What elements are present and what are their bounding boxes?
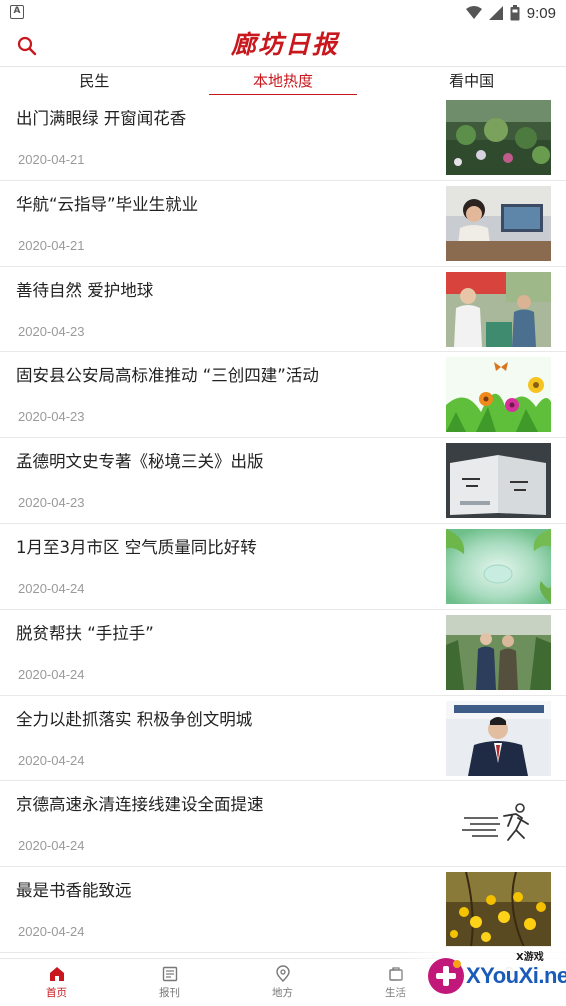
news-item[interactable]: 孟德明文史专著《秘境三关》出版 2020-04-23 xyxy=(0,438,566,524)
news-title: 全力以赴抓落实 积极争创文明城 xyxy=(16,709,253,729)
tab-kan-zhongguo[interactable]: 看中国 xyxy=(377,67,566,98)
category-tabs: 民生 本地热度 看中国 xyxy=(0,66,566,98)
news-date: 2020-04-24 xyxy=(18,666,85,682)
nav-newspaper-label: 报刊 xyxy=(159,987,180,999)
news-item[interactable]: 全力以赴抓落实 积极争创文明城 2020-04-24 xyxy=(0,696,566,782)
news-item[interactable]: 最是书香能致远 2020-04-24 xyxy=(0,867,566,953)
news-title: 善待自然 爱护地球 xyxy=(16,280,154,300)
news-title: 出门满眼绿 开窗闻花香 xyxy=(16,109,187,128)
news-list: 出门满眼绿 开窗闻花香 2020-04-21 华航“云指导”毕业生就业 2020… xyxy=(0,95,566,953)
signal-icon xyxy=(488,6,503,20)
running-man-icon xyxy=(446,786,551,862)
nav-local-label: 地方 xyxy=(272,987,293,999)
news-title: 最是书香能致远 xyxy=(16,881,132,901)
nav-local[interactable]: 地方 xyxy=(226,959,339,1006)
search-icon[interactable] xyxy=(16,35,38,57)
newspaper-icon xyxy=(162,966,177,982)
news-title: 孟德明文史专著《秘境三关》出版 xyxy=(16,452,264,472)
news-date: 2020-04-24 xyxy=(18,838,85,854)
news-item[interactable]: 善待自然 爱护地球 2020-04-23 xyxy=(0,267,566,353)
status-bar: A 9:09 xyxy=(0,0,566,26)
news-item[interactable]: 京德高速永清连接线建设全面提速 2020-04-24 xyxy=(0,781,566,868)
news-item[interactable]: 脱贫帮扶 “手拉手” 2020-04-24 xyxy=(0,610,566,696)
home-icon xyxy=(49,967,64,981)
news-thumbnail xyxy=(446,700,551,776)
nav-home-label: 首页 xyxy=(46,987,67,999)
news-date: 2020-04-21 xyxy=(18,237,85,253)
watermark-logo-icon xyxy=(428,958,464,994)
news-item[interactable]: 1月至3月市区 空气质量同比好转 2020-04-24 xyxy=(0,524,566,610)
news-date: 2020-04-24 xyxy=(18,580,85,596)
notification-icon: A xyxy=(10,5,24,19)
news-thumbnail xyxy=(446,528,551,604)
brand-logo: 廊坊日报 xyxy=(230,30,339,59)
watermark-text: XYouXi.net xyxy=(466,963,566,988)
news-title: 华航“云指导”毕业生就业 xyxy=(16,194,199,214)
news-date: 2020-04-24 xyxy=(18,752,85,768)
news-date: 2020-04-23 xyxy=(18,323,85,339)
news-thumbnail xyxy=(446,185,551,261)
news-thumbnail xyxy=(446,614,551,690)
news-date: 2020-04-24 xyxy=(18,924,85,940)
tab-minsheng[interactable]: 民生 xyxy=(0,67,189,98)
tab-local-hot[interactable]: 本地热度 xyxy=(189,67,378,98)
news-item[interactable]: 出门满眼绿 开窗闻花香 2020-04-21 xyxy=(0,95,566,181)
watermark-subtext: X游戏 xyxy=(516,952,544,963)
news-item[interactable]: 固安县公安局高标准推动 “三创四建”活动 2020-04-23 xyxy=(0,352,566,439)
wifi-icon xyxy=(465,6,482,19)
battery-icon xyxy=(510,5,520,21)
location-icon xyxy=(275,965,290,982)
news-thumbnail xyxy=(446,872,551,948)
nav-home[interactable]: 首页 xyxy=(0,959,113,1006)
news-item[interactable]: 华航“云指导”毕业生就业 2020-04-21 xyxy=(0,181,566,267)
news-thumbnail xyxy=(446,271,551,347)
status-indicators: 9:09 xyxy=(465,3,556,23)
news-thumbnail xyxy=(446,100,551,175)
news-thumbnail xyxy=(446,357,551,433)
watermark: X游戏 XYouXi.net xyxy=(394,946,566,1006)
news-date: 2020-04-23 xyxy=(18,495,85,511)
app-header: 廊坊日报 xyxy=(0,26,566,66)
news-title: 1月至3月市区 空气质量同比好转 xyxy=(16,537,257,557)
news-title: 脱贫帮扶 “手拉手” xyxy=(16,623,154,643)
status-clock: 9:09 xyxy=(526,4,556,22)
news-date: 2020-04-23 xyxy=(18,409,85,425)
news-thumbnail xyxy=(446,443,551,519)
news-title: 固安县公安局高标准推动 “三创四建”活动 xyxy=(16,366,319,386)
news-title: 京德高速永清连接线建设全面提速 xyxy=(16,795,264,815)
news-date: 2020-04-21 xyxy=(18,152,85,167)
nav-newspaper[interactable]: 报刊 xyxy=(113,959,226,1006)
